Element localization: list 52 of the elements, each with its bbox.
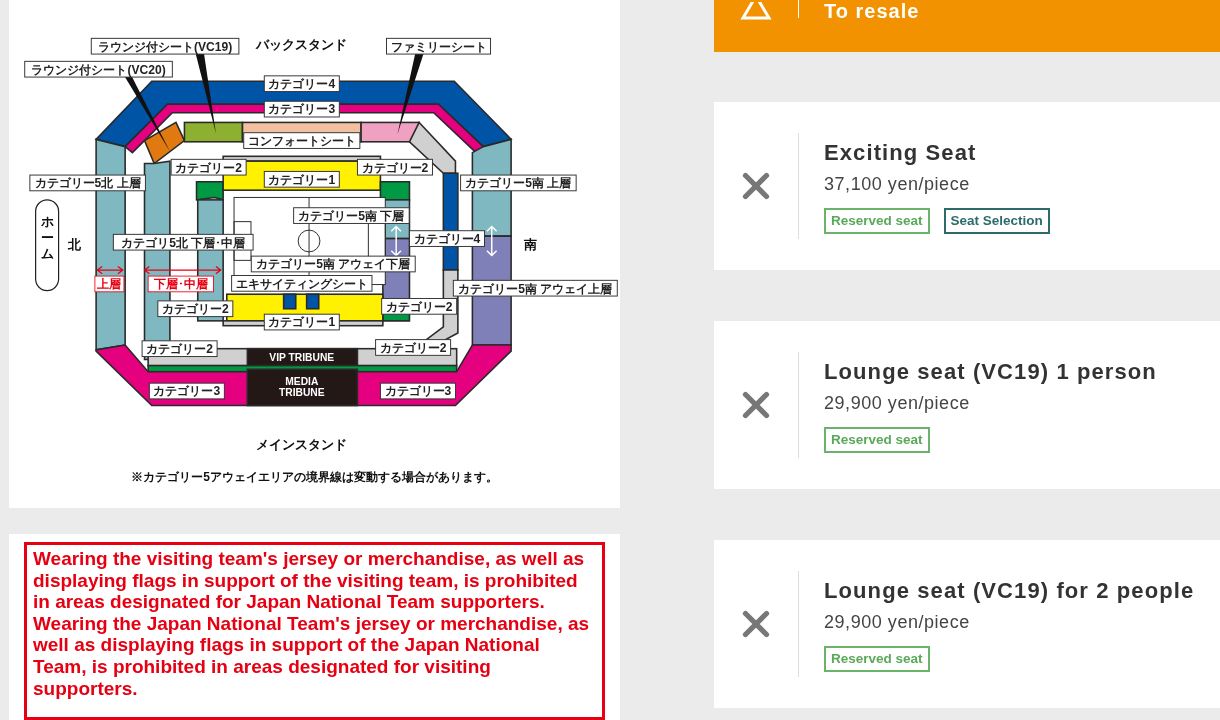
- media-tribune-label: MEDIA TRIBUNE: [279, 376, 325, 398]
- section-label: カテゴリー2: [381, 298, 458, 315]
- seat-tag: Seat Selection: [943, 207, 1050, 234]
- ticket-title: Lounge seat (VC19) for 2 people: [824, 576, 1195, 605]
- direction-label: 北: [67, 237, 81, 253]
- ticket-title: Exciting Seat: [824, 138, 978, 167]
- section-label: カテゴリー5南 アウェイ上層: [452, 279, 618, 297]
- section-label: カテゴリ5北 下層･中層: [112, 233, 254, 251]
- seat-tag: Reserved seat: [824, 645, 930, 672]
- section-label: カテゴリー2: [375, 339, 452, 356]
- vip-tribune-label: VIP TRIBUNE: [269, 352, 335, 364]
- section-label: カテゴリー2: [157, 300, 234, 318]
- warning-text: Wearing the visiting team's jersey or merchandise, as well as displaying flags in support of the visiting team, is prohibited in areas designated for Japan National Team supporters.: [33, 548, 586, 613]
- section-label: カテゴリー5南 アウェイ下層: [250, 255, 416, 273]
- double-arrow-icon: [486, 225, 498, 257]
- banner-title: To resale: [823, 0, 920, 22]
- home-label: ホーム: [40, 214, 54, 261]
- section-label: カテゴリー2: [356, 158, 433, 176]
- section-label: カテゴリー3: [148, 382, 225, 400]
- double-arrow-icon: [390, 225, 402, 257]
- section-label: カテゴリー2: [170, 158, 247, 176]
- section-label: ラウンジ付シート(VC20): [24, 60, 173, 78]
- ticket-title: Lounge seat (VC19) 1 person: [824, 357, 1157, 386]
- stand-title: メインスタンド: [256, 437, 348, 453]
- section-label: カテゴリー1: [263, 170, 340, 188]
- section-label: コンフォートシート: [243, 132, 361, 149]
- section-label: カテゴリー4: [409, 230, 485, 247]
- ticket-price: 37,100 yen/piece: [824, 172, 971, 196]
- section-label: カテゴリー3: [379, 382, 456, 400]
- seat-tag: Reserved seat: [824, 207, 930, 234]
- ticket-price: 29,900 yen/piece: [824, 610, 971, 634]
- section-label: カテゴリー1: [263, 313, 340, 331]
- warning-triangle-icon: [739, 2, 773, 20]
- section-label: ファミリーシート: [386, 37, 492, 55]
- ticket-price: 29,900 yen/piece: [824, 391, 971, 415]
- section-label: カテゴリー4: [263, 75, 340, 93]
- section-label: カテゴリー5北 上層: [29, 174, 146, 192]
- tier-label: 上層: [94, 275, 125, 293]
- double-arrow-icon: [96, 265, 124, 275]
- section-label: ラウンジ付シート(VC19): [90, 37, 240, 55]
- tier-label: 下層･中層: [147, 275, 214, 293]
- direction-label: 南: [523, 237, 537, 253]
- double-arrow-icon: [143, 265, 222, 275]
- stand-title: バックスタンド: [256, 36, 348, 52]
- section-label: カテゴリー5南 下層: [293, 207, 410, 224]
- map-note: ※カテゴリー5アウェイエリアの境界線は変動する場合があります。: [131, 469, 498, 486]
- section-label: カテゴリー2: [141, 340, 218, 358]
- section-label: カテゴリー3: [263, 100, 340, 118]
- section-label: カテゴリー5南 上層: [460, 174, 577, 192]
- warning-text: Wearing the Japan National Team's jersey or merchandise, as well as displaying flags in support of the Japan National Team, is prohibited in areas designated for visiting supporters.: [33, 612, 591, 700]
- seat-tag: Reserved seat: [824, 426, 930, 453]
- section-label: エキサイティングシート: [231, 275, 373, 292]
